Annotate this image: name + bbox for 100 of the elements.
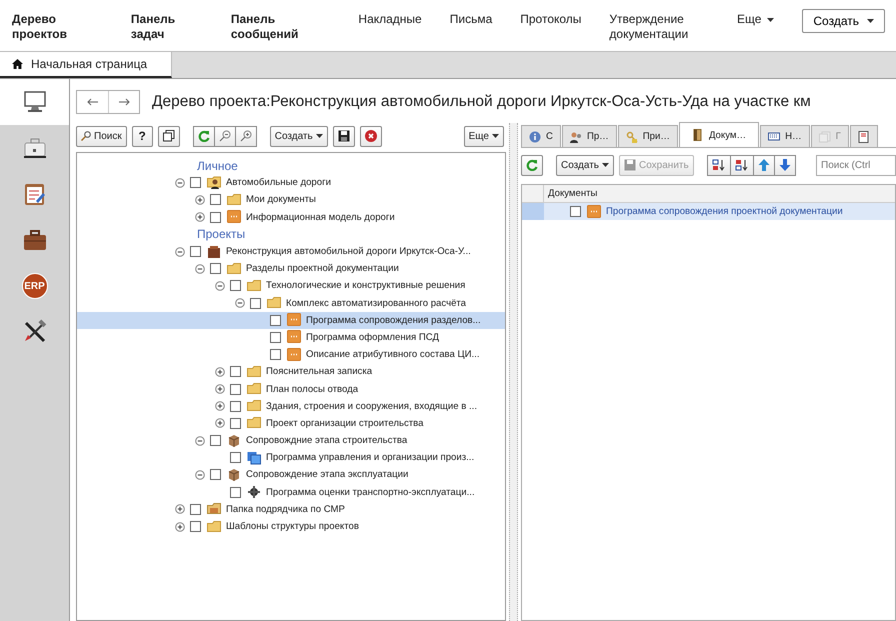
box-icon: [227, 468, 241, 482]
menu-item[interactable]: Утверждение документации: [609, 12, 709, 42]
collapse-icon: [215, 280, 225, 291]
windows-icon: [247, 450, 261, 465]
tab[interactable]: При…: [618, 125, 678, 147]
move-down-button[interactable]: [774, 154, 796, 176]
checkbox[interactable]: [270, 332, 281, 343]
sidebar-item[interactable]: [0, 79, 69, 125]
document-icon: [587, 204, 601, 218]
expand-icon: [215, 384, 225, 394]
menu-item[interactable]: Дерево проектов: [12, 12, 103, 42]
column-header[interactable]: Документы: [544, 185, 602, 202]
collapse-icon: [175, 178, 185, 188]
tab[interactable]: [850, 125, 878, 147]
checkbox[interactable]: [230, 366, 241, 378]
tree-item[interactable]: Программа оценки транспортно-эксплуатаци...: [77, 484, 505, 501]
checkbox[interactable]: [270, 349, 281, 360]
tree-item[interactable]: Программа управления и организации произ...: [77, 449, 505, 466]
back-arrow-icon: [86, 98, 98, 106]
menu-item[interactable]: Еще: [736, 12, 774, 27]
section-heading: Личное: [197, 158, 238, 173]
tree-item[interactable]: Сопровождние этапа строительства: [77, 432, 505, 450]
tree-item[interactable]: Программа оформления ПСД: [77, 328, 505, 346]
caret-icon: [767, 18, 774, 22]
create-button[interactable]: Создать: [802, 9, 885, 33]
home-tab[interactable]: Начальная страница: [0, 52, 172, 78]
checkbox[interactable]: [190, 246, 201, 258]
checkbox[interactable]: [230, 452, 241, 464]
checkbox[interactable]: [270, 314, 281, 326]
table-row[interactable]: Программа сопровождения проектной документации: [522, 203, 895, 220]
tree-item[interactable]: Информационная модель дороги: [77, 208, 505, 226]
checkbox[interactable]: [190, 504, 201, 515]
user-folder-icon: [207, 176, 221, 190]
help-button[interactable]: ?: [132, 126, 153, 146]
tab[interactable]: Пр…: [562, 125, 617, 147]
tree-item[interactable]: Автомобильные дороги: [77, 174, 505, 192]
box-icon: [227, 434, 241, 448]
document-icon: [227, 210, 241, 224]
checkbox[interactable]: [230, 486, 241, 498]
document-icon: [287, 313, 301, 328]
menu-item[interactable]: Накладные: [358, 12, 422, 27]
tree-item[interactable]: Мои документы: [77, 191, 505, 209]
folder-icon: [207, 502, 221, 516]
checkbox[interactable]: [230, 384, 241, 395]
checkbox[interactable]: [210, 194, 221, 206]
tree-item[interactable]: Пояснительная записка: [77, 363, 505, 380]
create-button[interactable]: Создать: [556, 154, 614, 176]
menu-item[interactable]: Письма: [450, 12, 492, 27]
refresh-button[interactable]: [192, 126, 215, 146]
sort-ascending-button[interactable]: [706, 154, 731, 176]
checkbox[interactable]: [190, 177, 201, 188]
checkbox[interactable]: [210, 435, 221, 446]
tree-item[interactable]: Шаблоны структуры проектов: [77, 518, 505, 536]
search-button[interactable]: Поиск: [76, 126, 127, 146]
checkbox[interactable]: [230, 280, 241, 292]
delete-icon: [364, 130, 377, 142]
create-button[interactable]: Создать: [270, 126, 328, 146]
tree-item[interactable]: Папка подрядчика по СМР: [77, 500, 505, 518]
checkbox[interactable]: [210, 212, 221, 223]
checkbox[interactable]: [250, 298, 261, 309]
menu-item[interactable]: Протоколы: [520, 12, 582, 27]
menu-item[interactable]: Панель задач: [130, 12, 203, 42]
checkbox[interactable]: [230, 400, 241, 412]
briefcase-icon: [22, 227, 48, 253]
tree-item[interactable]: Проект организации строительства: [77, 414, 505, 432]
more-button[interactable]: Еще: [464, 126, 504, 146]
tab[interactable]: Докум…: [678, 122, 760, 147]
save-button[interactable]: [332, 126, 355, 146]
tree-item[interactable]: Здания, строения и сооружения, входящие в ...: [77, 398, 505, 415]
project-icon: [207, 244, 221, 259]
zoom-in-button[interactable]: [236, 126, 257, 146]
info-icon: [529, 130, 541, 142]
zoom-out-button[interactable]: [214, 126, 236, 146]
tree-item[interactable]: План полосы отвода: [77, 380, 505, 398]
delete-button[interactable]: [360, 126, 382, 146]
folder-icon: [247, 416, 261, 430]
tab[interactable]: С: [521, 125, 561, 147]
tree-item[interactable]: Технологические и конструктивные решения: [77, 277, 505, 294]
caret-icon: [602, 163, 610, 167]
move-up-button[interactable]: [754, 154, 775, 176]
checkbox[interactable]: [230, 418, 241, 429]
copy-button[interactable]: [158, 126, 180, 146]
checkbox[interactable]: [570, 206, 581, 217]
checkbox[interactable]: [190, 521, 201, 532]
tab[interactable]: Н…: [760, 125, 810, 147]
tree-item[interactable]: Сопровождение этапа эксплуатации: [77, 466, 505, 484]
checkbox[interactable]: [210, 263, 221, 274]
tree-item[interactable]: Реконструкция автомобильной дороги Иркутск-Оса-У...: [77, 242, 505, 260]
tree-item[interactable]: Комплекс автоматизированного расчёта: [77, 294, 505, 312]
forward-arrow-icon: [118, 98, 130, 106]
search-field[interactable]: Поиск (Ctrl: [816, 154, 896, 176]
sidebar-item[interactable]: ERP: [0, 263, 69, 309]
document-title: Программа сопровождения проектной документации: [606, 206, 843, 217]
tree-item[interactable]: Разделы проектной документации: [77, 260, 505, 278]
tree-item[interactable]: Описание атрибутивного состава ЦИ...: [77, 346, 505, 364]
sort-descending-button[interactable]: [730, 154, 754, 176]
menu-item[interactable]: Панель сообщений: [230, 12, 330, 42]
refresh-button[interactable]: [521, 154, 543, 176]
checkbox[interactable]: [210, 469, 221, 480]
tree-item[interactable]: Программа сопровождения разделов...: [77, 312, 505, 329]
